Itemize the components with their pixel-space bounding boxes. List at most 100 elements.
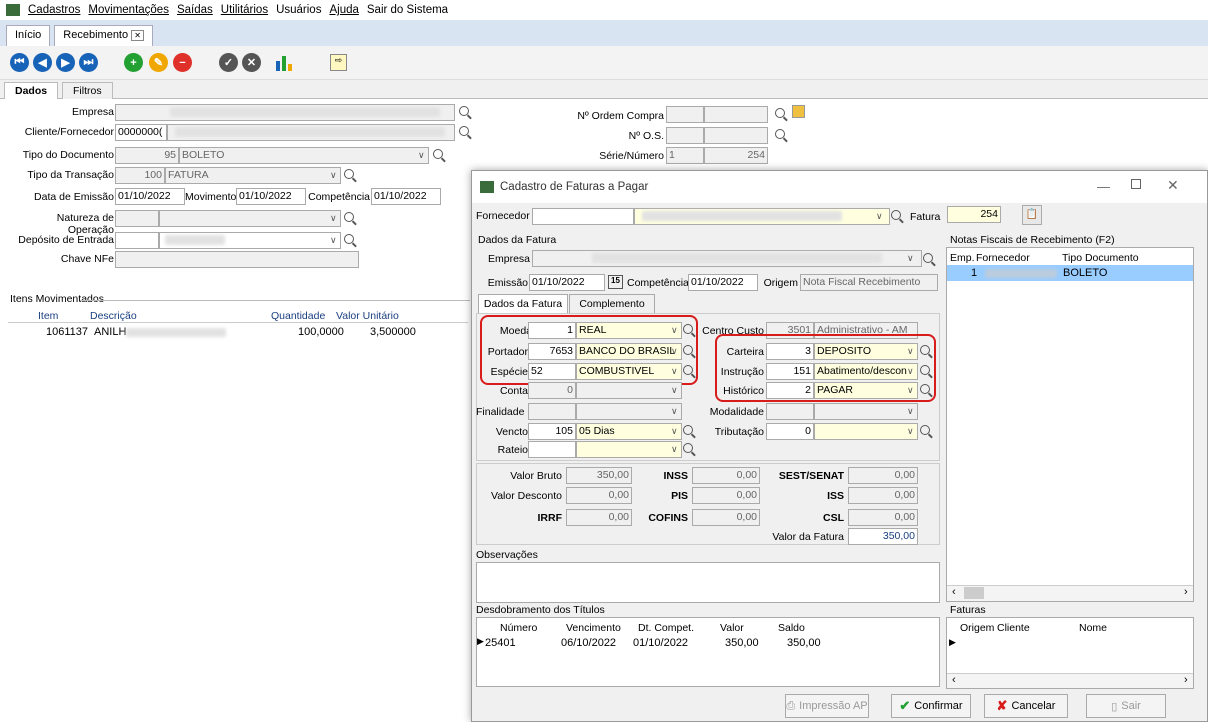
chevron-down-icon[interactable]: ∨ [330,213,337,224]
chevron-down-icon[interactable]: ∨ [876,211,883,222]
tributacao-field[interactable] [814,423,918,440]
check-icon[interactable]: ✓ [219,53,238,72]
tab-filtros[interactable]: Filtros [62,82,113,99]
table-row[interactable]: 1061137 ANILH 100,0000 3,500000 [8,324,468,340]
search-icon[interactable] [683,425,693,435]
table-row[interactable]: 1 BOLETO [947,265,1193,281]
irrf-field[interactable]: 0,00 [566,509,632,526]
natureza-field[interactable] [159,210,341,227]
deposito-code-field[interactable] [115,232,159,249]
tab-dados-fatura[interactable]: Dados da Fatura [478,294,568,313]
tipo-doc-code-field[interactable]: 95 [115,147,179,164]
col-item[interactable]: Item [38,310,58,322]
search-icon[interactable] [775,129,785,139]
rateio-field[interactable] [576,441,682,458]
confirmar-button[interactable]: ✔ Confirmar [891,694,971,718]
col-fornecedor[interactable]: Fornecedor [976,252,1030,264]
scroll-thumb[interactable] [964,587,984,599]
fatura-field[interactable]: 254 [947,206,1001,223]
close-icon[interactable]: ✕ [131,30,144,41]
tributacao-code-field[interactable]: 0 [766,423,814,440]
clipboard-icon[interactable]: 📋 [1022,205,1042,225]
competencia-field[interactable]: 01/10/2022 [688,274,758,291]
close-icon[interactable]: ✕ [1167,177,1179,194]
os-field[interactable] [666,127,704,144]
emissao-field[interactable]: 01/10/2022 [529,274,605,291]
chevron-down-icon[interactable]: ∨ [330,170,337,181]
menu-movimentacoes[interactable]: Movimentações [88,4,169,16]
search-icon[interactable] [891,210,901,220]
numero-field[interactable]: 254 [704,147,768,164]
impressao-ap-button[interactable]: ⎙ Impressão AP [785,694,869,718]
chevron-left-icon[interactable]: ‹ [952,674,956,686]
natureza-code-field[interactable] [115,210,159,227]
col-origem[interactable]: Origem [960,622,994,634]
folder-icon[interactable] [792,105,805,118]
col-quantidade[interactable]: Quantidade [271,310,325,322]
edit-icon[interactable]: ✎ [149,53,168,72]
tab-complemento[interactable]: Complemento [569,294,655,313]
finalidade-code-field[interactable] [528,403,576,420]
cliente-code-field[interactable]: 0000000( [115,124,167,141]
conta-field[interactable] [576,382,682,399]
fornecedor-code-field[interactable] [532,208,634,225]
first-record-icon[interactable]: ⏮ [10,53,29,72]
sest-field[interactable]: 0,00 [848,467,918,484]
previous-record-icon[interactable]: ◀ [33,53,52,72]
data-emissao-field[interactable]: 01/10/2022 [115,188,185,205]
menu-usuarios[interactable]: Usuários [276,4,321,16]
iss-field[interactable]: 0,00 [848,487,918,504]
modalidade-field[interactable] [814,403,918,420]
search-icon[interactable] [344,169,354,179]
minimize-icon[interactable]: — [1097,179,1110,194]
chevron-down-icon[interactable]: ∨ [671,426,678,437]
chave-nfe-field[interactable] [115,251,359,268]
serie-field[interactable]: 1 [666,147,704,164]
next-record-icon[interactable]: ▶ [56,53,75,72]
tipo-transacao-field[interactable]: FATURA [165,167,341,184]
chevron-down-icon[interactable]: ∨ [330,235,337,246]
conta-code-field[interactable]: 0 [528,382,576,399]
inss-field[interactable]: 0,00 [692,467,760,484]
search-icon[interactable] [683,443,693,453]
origem-field[interactable]: Nota Fiscal Recebimento [800,274,938,291]
rateio-code-field[interactable] [528,441,576,458]
menu-ajuda[interactable]: Ajuda [329,4,358,16]
col-numero[interactable]: Número [500,622,537,634]
tipo-transacao-code-field[interactable]: 100 [115,167,165,184]
observacoes-field[interactable] [476,562,940,603]
col-dt-compet[interactable]: Dt. Compet. [638,622,694,634]
os-field-2[interactable] [704,127,768,144]
chevron-right-icon[interactable]: › [1184,674,1188,686]
tipo-doc-field[interactable]: BOLETO [179,147,429,164]
ordem-compra-field-2[interactable] [704,106,768,123]
col-cliente[interactable]: Cliente [997,622,1030,634]
search-icon[interactable] [344,212,354,222]
cancel-icon[interactable]: ✕ [242,53,261,72]
search-icon[interactable] [920,425,930,435]
pis-field[interactable]: 0,00 [692,487,760,504]
col-vencimento[interactable]: Vencimento [566,622,621,634]
last-record-icon[interactable]: ⏭ [79,53,98,72]
col-valor-unitario[interactable]: Valor Unitário [336,310,399,322]
tab-inicio[interactable]: Início [6,25,51,46]
chevron-left-icon[interactable]: ‹ [952,586,956,598]
menu-sair[interactable]: Sair do Sistema [367,4,448,16]
maximize-icon[interactable] [1131,179,1141,189]
finalidade-field[interactable] [576,403,682,420]
valor-bruto-field[interactable]: 350,00 [566,467,632,484]
search-icon[interactable] [433,149,443,159]
movimento-field[interactable]: 01/10/2022 [236,188,306,205]
col-descricao[interactable]: Descrição [90,310,137,322]
col-nome[interactable]: Nome [1079,622,1107,634]
search-icon[interactable] [775,108,785,118]
chevron-down-icon[interactable]: ∨ [671,406,678,417]
search-icon[interactable] [459,126,469,136]
chevron-down-icon[interactable]: ∨ [418,150,425,161]
chevron-down-icon[interactable]: ∨ [907,406,914,417]
ordem-compra-field[interactable] [666,106,704,123]
chevron-down-icon[interactable]: ∨ [907,426,914,437]
competencia-field[interactable]: 01/10/2022 [371,188,441,205]
modalidade-code-field[interactable] [766,403,814,420]
vencto-code-field[interactable]: 105 [528,423,576,440]
